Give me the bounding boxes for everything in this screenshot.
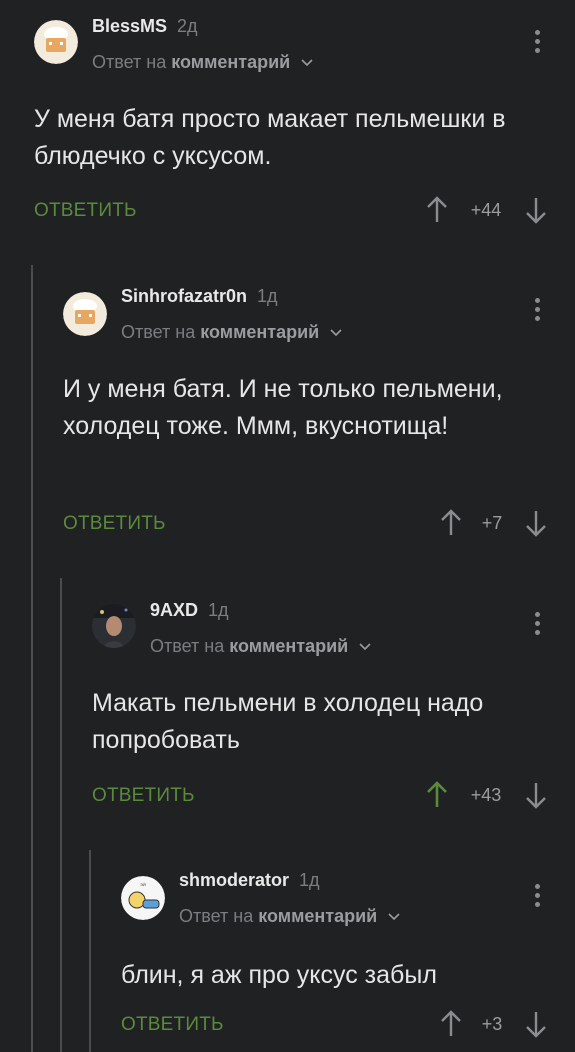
reply-to[interactable]: Ответ на комментарий <box>179 906 400 927</box>
reply-prefix: Ответ на <box>121 322 196 342</box>
reply-target-link[interactable]: комментарий <box>171 52 290 72</box>
upvote-arrow-icon[interactable] <box>426 781 448 809</box>
comment-text: Макать пельмени в холодец надо попробова… <box>92 689 484 754</box>
username-text[interactable]: shmoderator <box>179 870 289 890</box>
reply-button[interactable]: ОТВЕТИТЬ <box>63 513 166 535</box>
reply-to[interactable]: Ответ на комментарий <box>92 52 313 73</box>
chevron-down-icon[interactable] <box>359 643 371 651</box>
chevron-down-icon[interactable] <box>388 913 400 921</box>
comment-time: 1д <box>257 286 278 306</box>
upvote-arrow-icon[interactable] <box>440 509 462 537</box>
thread-line <box>89 850 91 1052</box>
reply-to[interactable]: Ответ на комментарий <box>150 636 371 657</box>
comment-time: 2д <box>177 16 198 36</box>
chevron-down-icon[interactable] <box>330 329 342 337</box>
upvote-arrow-icon[interactable] <box>426 196 448 224</box>
comment-text: блин, я аж про уксус забыл <box>121 961 437 989</box>
reply-target-link[interactable]: комментарий <box>200 322 319 342</box>
username[interactable]: 9AXD 1д <box>150 600 229 621</box>
rating-count: +7 <box>481 513 503 533</box>
upvote-arrow-icon[interactable] <box>440 1010 462 1038</box>
username[interactable]: BlessMS 2д <box>92 16 198 37</box>
reply-button[interactable]: ОТВЕТИТЬ <box>121 1014 224 1036</box>
username[interactable]: Sinhrofazatr0n 1д <box>121 286 278 307</box>
avatar-image <box>63 292 107 336</box>
downvote-arrow-icon[interactable] <box>525 196 547 224</box>
downvote-arrow-icon[interactable] <box>525 781 547 809</box>
reply-prefix: Ответ на <box>150 636 225 656</box>
avatar[interactable] <box>34 20 78 64</box>
username-text[interactable]: 9AXD <box>150 600 198 620</box>
reply-button[interactable]: ОТВЕТИТЬ <box>34 200 137 222</box>
chevron-down-icon[interactable] <box>301 59 313 67</box>
username[interactable]: shmoderator 1д <box>179 870 320 891</box>
more-options-icon[interactable] <box>530 298 544 326</box>
username-text[interactable]: Sinhrofazatr0n <box>121 286 247 306</box>
reply-button[interactable]: ОТВЕТИТЬ <box>92 785 195 807</box>
reply-target-link[interactable]: комментарий <box>258 906 377 926</box>
avatar-image: ЭЙ <box>121 876 165 920</box>
thread-line <box>31 265 33 1052</box>
thread-line <box>60 578 62 1052</box>
comment-time: 1д <box>299 870 320 890</box>
reply-prefix: Ответ на <box>179 906 254 926</box>
downvote-arrow-icon[interactable] <box>525 1010 547 1038</box>
comment-time: 1д <box>208 600 229 620</box>
rating-count: +3 <box>481 1014 503 1034</box>
reply-target-link[interactable]: комментарий <box>229 636 348 656</box>
rating-count: +43 <box>470 785 502 805</box>
reply-to[interactable]: Ответ на комментарий <box>121 322 342 343</box>
more-options-icon[interactable] <box>530 612 544 640</box>
more-options-icon[interactable] <box>530 884 544 912</box>
avatar[interactable]: ЭЙ <box>121 876 165 920</box>
avatar[interactable] <box>63 292 107 336</box>
avatar-image <box>34 20 78 64</box>
comment-text: У меня батя просто макает пельмешки в бл… <box>34 105 506 170</box>
comment-text: И у меня батя. И не только пельмени, хол… <box>63 375 503 440</box>
username-text[interactable]: BlessMS <box>92 16 167 36</box>
downvote-arrow-icon[interactable] <box>525 509 547 537</box>
rating-count: +44 <box>470 200 502 220</box>
more-options-icon[interactable] <box>530 30 544 58</box>
avatar[interactable] <box>92 604 136 648</box>
avatar-image <box>92 604 136 648</box>
svg-text:ЭЙ: ЭЙ <box>140 882 146 887</box>
reply-prefix: Ответ на <box>92 52 167 72</box>
